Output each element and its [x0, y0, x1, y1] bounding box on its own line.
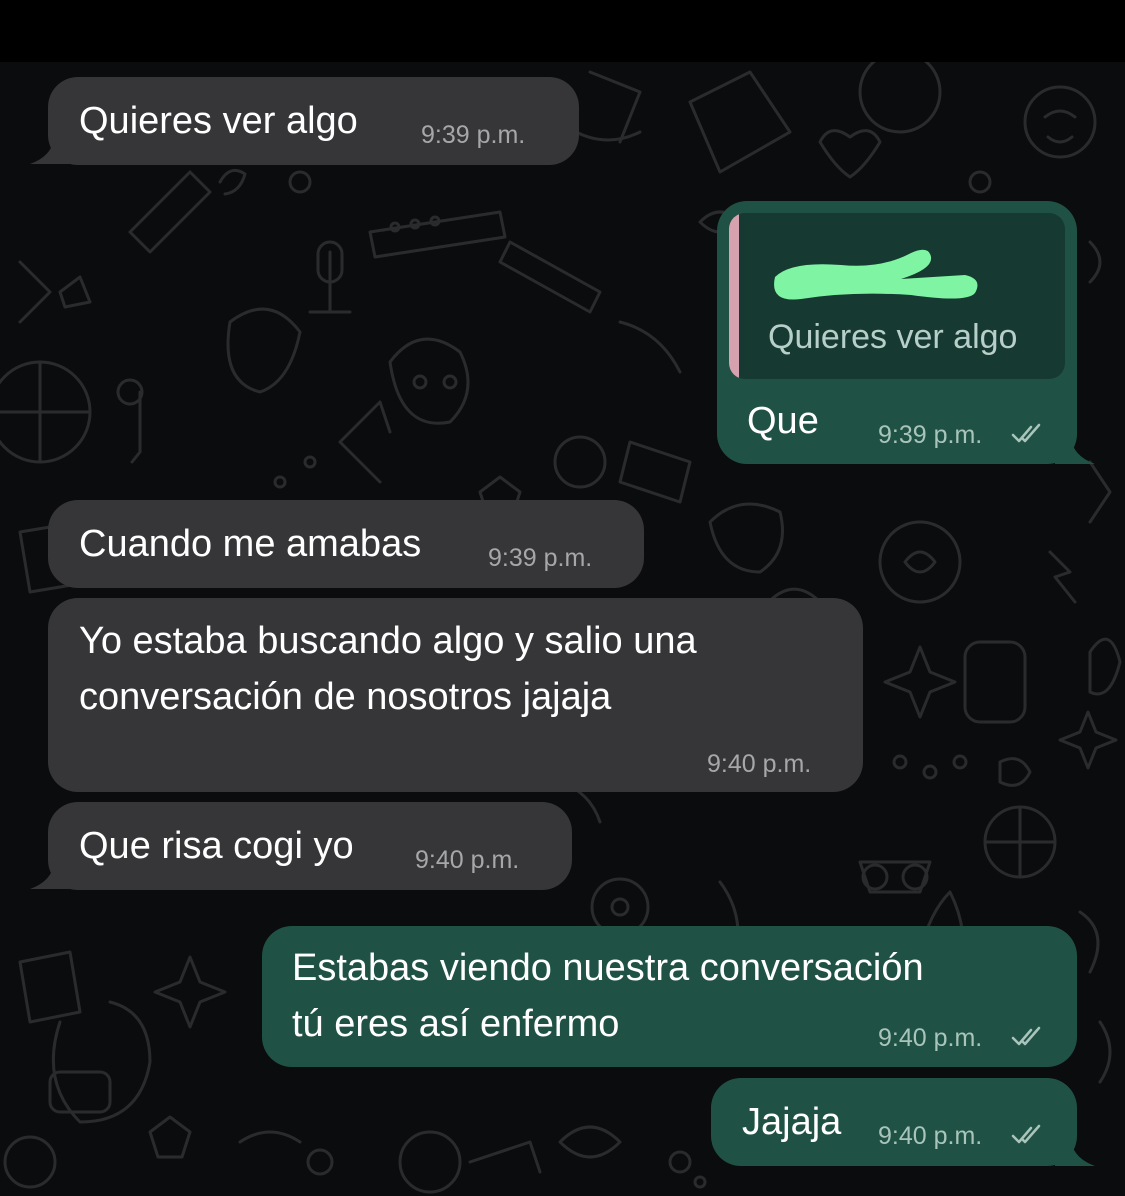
double-check-icon: [1011, 1124, 1041, 1144]
status-bar: [0, 0, 1125, 62]
message-text: Jajaja: [742, 1101, 842, 1143]
message-text-line-2: conversación de nosotros jajaja: [79, 676, 612, 718]
message-text-line-2: tú eres así enfermo: [292, 1003, 620, 1045]
chat-screen: Quieres ver algo 9:39 p.m. Quieres ver a…: [0, 0, 1125, 1196]
message-time: 9:40 p.m.: [415, 846, 520, 874]
quote-accent-bar: [729, 213, 739, 379]
chat-messages-area[interactable]: Quieres ver algo 9:39 p.m. Quieres ver a…: [0, 62, 1125, 1196]
outgoing-message-2[interactable]: Quieres ver algo Que 9:39 p.m.: [717, 201, 1077, 464]
message-text-line-1: Estabas viendo nuestra conversación: [292, 947, 924, 989]
incoming-message-3[interactable]: Cuando me amabas 9:39 p.m.: [48, 500, 644, 588]
incoming-message-5[interactable]: Que risa cogi yo 9:40 p.m.: [48, 802, 572, 890]
incoming-bubble-tail: [30, 863, 70, 889]
message-text: Que: [747, 400, 819, 442]
incoming-message-4[interactable]: Yo estaba buscando algo y salio una conv…: [48, 598, 863, 792]
message-text: Que risa cogi yo: [79, 825, 354, 867]
incoming-message-1[interactable]: Quieres ver algo 9:39 p.m.: [48, 77, 579, 165]
outgoing-message-7[interactable]: Jajaja 9:40 p.m.: [711, 1078, 1077, 1166]
outgoing-bubble-tail: [1055, 1140, 1095, 1166]
message-text: Cuando me amabas: [79, 523, 422, 565]
quoted-reply[interactable]: Quieres ver algo: [729, 213, 1065, 379]
message-time: 9:40 p.m.: [878, 1024, 983, 1052]
double-check-icon: [1011, 423, 1041, 443]
message-time: 9:40 p.m.: [878, 1122, 983, 1150]
message-time: 9:39 p.m.: [421, 121, 526, 149]
redacted-author-name: [774, 249, 978, 300]
double-check-icon: [1011, 1026, 1041, 1046]
outgoing-bubble-tail: [1055, 438, 1095, 464]
message-time: 9:39 p.m.: [488, 544, 593, 572]
message-text-line-1: Yo estaba buscando algo y salio una: [79, 620, 697, 662]
message-time: 9:39 p.m.: [878, 421, 983, 449]
incoming-bubble-tail: [30, 138, 70, 164]
quoted-text: Quieres ver algo: [768, 318, 1018, 356]
outgoing-message-6[interactable]: Estabas viendo nuestra conversación tú e…: [262, 926, 1077, 1067]
message-text: Quieres ver algo: [79, 100, 358, 142]
message-time: 9:40 p.m.: [707, 750, 812, 778]
